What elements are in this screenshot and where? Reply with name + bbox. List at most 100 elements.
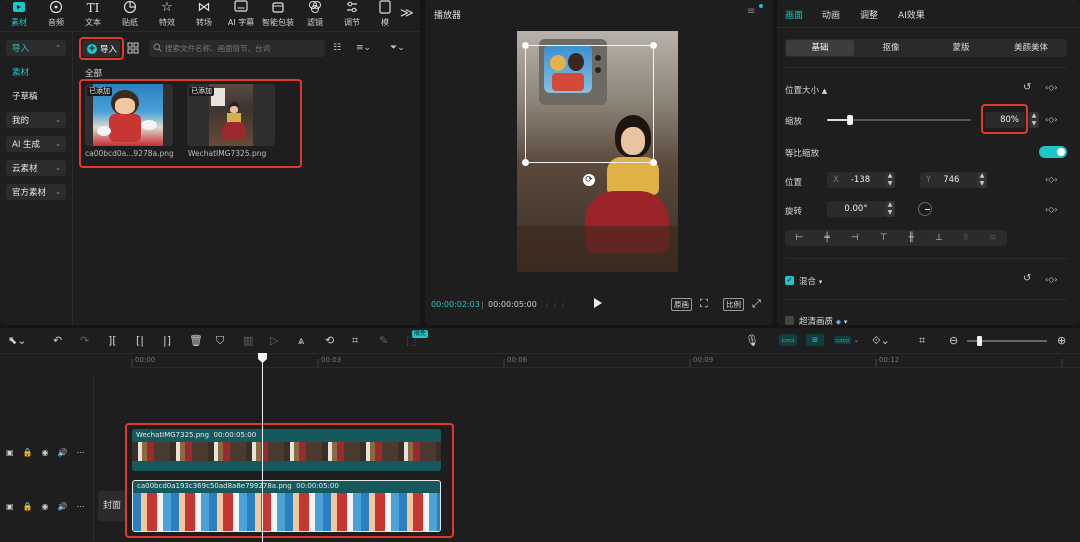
- keyframe-icon[interactable]: ‹◇›: [1045, 115, 1058, 124]
- subtab-basic[interactable]: 基础: [786, 40, 854, 56]
- reset-icon[interactable]: ↺: [1023, 82, 1031, 93]
- keyframe-icon[interactable]: ‹◇›: [1045, 205, 1058, 214]
- tool-effects[interactable]: ☆ 特效: [148, 0, 186, 30]
- tool-template[interactable]: 模: [370, 0, 400, 30]
- hd-title[interactable]: 超清画质 ◆ ▾: [799, 315, 847, 325]
- cover-button[interactable]: 封面: [98, 491, 126, 521]
- uniform-scale-toggle[interactable]: [1039, 146, 1067, 158]
- microphone-icon[interactable]: 🎙: [745, 334, 759, 347]
- selection-box[interactable]: [522, 42, 657, 166]
- zoom-in-icon[interactable]: ⊕: [1057, 334, 1066, 347]
- resize-handle[interactable]: [650, 159, 657, 166]
- redo-icon[interactable]: ↷: [80, 334, 89, 347]
- sort-icon[interactable]: ☷: [333, 43, 341, 53]
- split-right-icon[interactable]: |]: [163, 334, 171, 347]
- keyframe-icon[interactable]: ‹◇›: [1045, 83, 1058, 92]
- tab-animation[interactable]: 动画: [822, 8, 840, 21]
- playhead[interactable]: [262, 354, 263, 542]
- more-icon[interactable]: ⋯: [76, 502, 84, 511]
- split-icon[interactable]: ][: [108, 334, 117, 347]
- more-icon[interactable]: ⋯: [76, 448, 84, 457]
- preview-axis-icon[interactable]: ⟐⌄: [872, 334, 890, 348]
- subtab-cutout[interactable]: 抠像: [857, 40, 925, 56]
- sidebar-item-official[interactable]: 官方素材 ⌄: [6, 184, 66, 200]
- align-bottom-icon[interactable]: ⊥: [935, 233, 943, 243]
- blend-checkbox[interactable]: ✓: [785, 276, 794, 285]
- resize-handle[interactable]: [650, 42, 657, 49]
- rotation-dial-icon[interactable]: [918, 202, 932, 216]
- volume-icon[interactable]: 🔊: [58, 502, 68, 511]
- align-right-icon[interactable]: ⊣: [851, 233, 859, 243]
- align-top-icon[interactable]: ⊤: [880, 233, 888, 243]
- eye-icon[interactable]: ◉: [42, 448, 49, 457]
- rotation-stepper-icon[interactable]: ▲ ▼: [885, 201, 895, 217]
- tab-picture[interactable]: 画面: [785, 8, 803, 21]
- tool-smart-pack[interactable]: 智能包装: [259, 0, 297, 30]
- order-icon[interactable]: ≡⌄: [356, 43, 371, 53]
- resize-handle[interactable]: [522, 42, 529, 49]
- subtab-mask[interactable]: 蒙版: [927, 40, 995, 56]
- tool-text[interactable]: TI 文本: [74, 0, 112, 30]
- ratio-button[interactable]: 比例: [723, 298, 744, 311]
- align-middle-icon[interactable]: ╫: [909, 233, 914, 243]
- lock-icon[interactable]: 🔒: [23, 448, 33, 457]
- original-quality-button[interactable]: 原画: [671, 298, 692, 311]
- tool-media[interactable]: 素材: [0, 0, 38, 30]
- y-stepper-icon[interactable]: ▲ ▼: [977, 172, 987, 188]
- timeline-grid-icon[interactable]: ⋮⋮⋮: [543, 300, 567, 309]
- distribute-h-icon[interactable]: ⫴: [964, 233, 968, 243]
- snap-icon[interactable]: ⊞: [806, 334, 824, 346]
- edit-icon[interactable]: ✎: [379, 334, 388, 347]
- tool-audio[interactable]: 音频: [37, 0, 75, 30]
- delete-icon[interactable]: 🗑: [189, 334, 203, 347]
- tool-adjust[interactable]: 调节: [333, 0, 371, 30]
- tool-ai-caption[interactable]: AI 字幕: [222, 0, 260, 30]
- tool-transition[interactable]: ⋈ 转场: [185, 0, 223, 30]
- linkage-icon[interactable]: ▭▭ ⌄: [834, 334, 860, 346]
- sidebar-item-subdraft[interactable]: 子草稿: [6, 88, 66, 104]
- tab-adjust[interactable]: 调整: [860, 8, 878, 21]
- timeline-ruler[interactable]: [130, 354, 1080, 368]
- subtab-beauty[interactable]: 美颜美体: [997, 40, 1065, 56]
- select-tool-icon[interactable]: ⬉⌄: [8, 334, 26, 347]
- tab-ai-effects[interactable]: AI效果: [898, 8, 925, 21]
- tool-filter[interactable]: 滤镜: [296, 0, 334, 30]
- link-main-track-icon[interactable]: ▭▭: [779, 334, 797, 346]
- mirror-icon[interactable]: ⩓: [298, 334, 304, 348]
- marker-icon[interactable]: ⛉: [216, 334, 224, 348]
- sidebar-item-import[interactable]: 导入 ⌃: [6, 40, 66, 56]
- resize-handle[interactable]: [522, 159, 529, 166]
- reset-icon[interactable]: ↺: [1023, 273, 1031, 284]
- freeze-icon[interactable]: ▥: [243, 334, 253, 347]
- scale-slider[interactable]: [827, 115, 971, 125]
- media-search[interactable]: [149, 40, 325, 57]
- reverse-icon[interactable]: ▷: [270, 334, 278, 347]
- player-menu-icon[interactable]: ≡: [747, 6, 755, 17]
- rotate-handle-icon[interactable]: ⟳: [583, 174, 595, 186]
- undo-icon[interactable]: ↶: [53, 334, 62, 347]
- align-center-h-icon[interactable]: ╪: [824, 233, 829, 243]
- align-left-icon[interactable]: ⊢: [796, 233, 804, 243]
- keyframe-icon[interactable]: ‹◇›: [1045, 175, 1058, 184]
- zoom-slider[interactable]: [967, 336, 1047, 346]
- filter-dropdown-icon[interactable]: ⏷⌄: [390, 43, 405, 53]
- hd-checkbox[interactable]: [785, 316, 794, 325]
- x-stepper-icon[interactable]: ▲ ▼: [885, 172, 895, 188]
- distribute-v-icon[interactable]: ≡: [989, 233, 997, 243]
- position-x-field[interactable]: X -138: [827, 172, 885, 188]
- zoom-slider-thumb[interactable]: [977, 336, 982, 346]
- split-left-icon[interactable]: [|: [136, 334, 144, 347]
- sidebar-item-material[interactable]: 素材: [6, 64, 66, 80]
- eye-icon[interactable]: ◉: [42, 502, 49, 511]
- fit-screen-icon[interactable]: ⛶: [700, 297, 708, 311]
- scale-slider-thumb[interactable]: [847, 115, 854, 125]
- grid-view-icon[interactable]: [127, 42, 139, 54]
- blend-title[interactable]: 混合 ▾: [799, 275, 822, 287]
- tool-sticker[interactable]: 贴纸: [111, 0, 149, 30]
- ratio-preview-icon[interactable]: ⌗: [919, 334, 925, 348]
- keyframe-icon[interactable]: ‹◇›: [1045, 275, 1058, 284]
- rotate-icon[interactable]: ⟲: [325, 334, 334, 347]
- sidebar-item-cloud[interactable]: 云素材 ⌄: [6, 160, 66, 176]
- scale-stepper-icon[interactable]: ▲ ▼: [1029, 112, 1039, 128]
- position-y-field[interactable]: Y 746: [920, 172, 978, 188]
